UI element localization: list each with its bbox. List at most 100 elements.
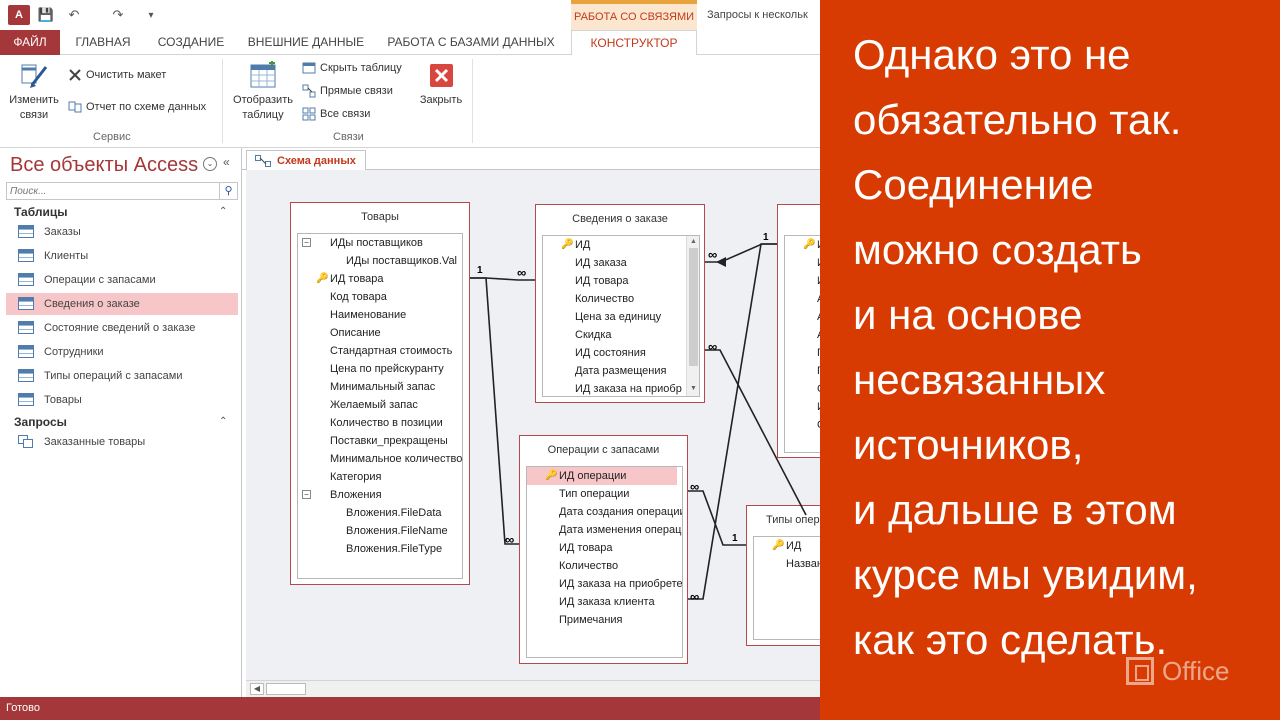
field-row[interactable]: Вложения.FileData [346,504,442,522]
field-row[interactable]: ИД товара [330,270,384,288]
status-bar: Готово [0,697,820,720]
field-list[interactable]: 🔑 ИД Название [753,536,820,640]
field-row[interactable]: Цена по прейскуранту [330,360,444,378]
field-list[interactable]: 🔑 ИД ИД заказа ИД товара Количество Цена… [542,235,700,397]
undo-icon[interactable]: ↶ [64,5,84,25]
field-list[interactable]: ИД операции 🔑 Тип операции Дата создания… [526,466,683,658]
field-row[interactable]: ИД заказа клиента [559,593,655,611]
field-row[interactable]: Минимальный запас [330,378,435,396]
search-icon[interactable]: ⚲ [220,182,238,200]
field-row[interactable]: ИД состояния [575,344,646,362]
table-card-products[interactable]: Товары − ИДы поставщиков ИДы поставщиков… [290,202,470,585]
tab-design[interactable]: КОНСТРУКТОР [571,30,697,56]
field-row[interactable]: Стандартная стоимость [330,342,452,360]
chevron-up-icon[interactable]: ⌃ [219,206,227,217]
tab-file[interactable]: ФАЙЛ [0,30,60,55]
nav-item-table[interactable]: Типы операций с запасами [6,365,238,387]
field-row[interactable]: Тип операции [559,485,629,503]
table-card-title[interactable]: Операции с запасами [520,444,687,456]
field-row[interactable]: Дата создания операции [559,503,682,521]
table-card-title[interactable]: Типы операций [747,514,820,526]
field-row[interactable]: ИД [786,537,801,555]
table-card-inventory-transactions[interactable]: Операции с запасами ИД операции 🔑 Тип оп… [519,435,688,664]
scroll-thumb[interactable] [689,248,698,366]
collapse-toggle-icon[interactable]: − [302,490,311,499]
field-row[interactable]: ИДы поставщиков.Val [346,252,457,270]
field-row[interactable]: Название [786,555,820,573]
field-row[interactable]: ИД товара [559,539,613,557]
redo-icon[interactable]: ↷ [108,5,128,25]
field-row[interactable]: Количество в позиции [330,414,443,432]
nav-search-input[interactable] [6,182,220,200]
field-row[interactable]: Описание [330,324,381,342]
field-row[interactable]: Дата размещения [575,362,666,380]
tab-database-tools[interactable]: РАБОТА С БАЗАМИ ДАННЫХ [380,30,562,55]
relationship-report-button[interactable]: Отчет по схеме данных [68,100,206,114]
tab-external-data[interactable]: ВНЕШНИЕ ДАННЫЕ [240,30,372,55]
chevron-up-icon[interactable]: ⌃ [219,416,227,427]
all-relationships-button[interactable]: Все связи [302,107,370,121]
field-row[interactable]: Дата изменения операции [559,521,682,539]
tab-home[interactable]: ГЛАВНАЯ [64,30,142,55]
show-table-button[interactable]: Отобразить таблицу [228,60,298,123]
field-row[interactable]: Количество [575,290,634,308]
field-row[interactable]: Поставки_прекращены [330,432,448,450]
nav-menu-icon[interactable]: ⌄ [203,157,217,171]
tab-create[interactable]: СОЗДАНИЕ [150,30,232,55]
tab-relationships-diagram[interactable]: Схема данных [246,150,366,171]
save-icon[interactable]: 💾 [36,5,56,25]
hide-table-button[interactable]: Скрыть таблицу [302,61,402,75]
nav-section-tables[interactable]: Таблицы [14,205,67,219]
scroll-down-icon[interactable]: ▼ [688,384,699,394]
field-list-scrollbar[interactable]: ▲ ▼ [686,236,699,396]
table-card-order-details[interactable]: Сведения о заказе 🔑 ИД ИД заказа ИД това… [535,204,705,403]
table-card-title[interactable]: Товары [291,211,469,223]
close-button[interactable]: Закрыть [414,61,468,108]
field-row[interactable]: Вложения.FileName [346,522,448,540]
scroll-thumb[interactable] [266,683,306,695]
field-row[interactable]: ИД заказа на приобр [575,380,682,396]
customize-quick-access-icon[interactable]: ▾ [144,5,158,25]
field-row[interactable]: Код товара [330,288,387,306]
nav-collapse-icon[interactable]: « [223,155,230,169]
nav-section-queries[interactable]: Запросы [14,415,67,429]
field-row[interactable]: Минимальное количество [330,450,462,468]
field-row[interactable]: Цена за единицу [575,308,661,326]
field-row[interactable]: ИДы поставщиков [330,234,423,252]
nav-item-table[interactable]: Состояние сведений о заказе [6,317,238,339]
field-row[interactable]: Скидка [575,326,612,344]
relationships-canvas[interactable]: Товары − ИДы поставщиков ИДы поставщиков… [246,170,820,680]
edit-relationships-button[interactable]: Изменить связи [6,61,62,123]
field-row[interactable]: Вложения.FileType [346,540,442,558]
table-card-inventory-types[interactable]: Типы операций 🔑 ИД Название [746,505,820,646]
nav-item-table-selected[interactable]: Сведения о заказе [6,293,238,315]
field-list[interactable]: 🔑 И И И А А А Г Г С И О [784,235,820,453]
field-row[interactable]: Наименование [330,306,406,324]
field-row[interactable]: ИД заказа [575,254,627,272]
scroll-left-icon[interactable]: ◀ [250,683,264,695]
nav-item-table[interactable]: Заказы [6,221,238,243]
field-row[interactable]: ИД заказа на приобретение [559,575,682,593]
field-row[interactable]: ИД [575,236,590,254]
nav-item-table[interactable]: Сотрудники [6,341,238,363]
field-row[interactable]: Примечания [559,611,623,629]
field-row[interactable]: Желаемый запас [330,396,418,414]
nav-item-table[interactable]: Клиенты [6,245,238,267]
canvas-horizontal-scrollbar[interactable]: ◀ [246,680,820,697]
field-row[interactable]: Количество [559,557,618,575]
field-list[interactable]: − ИДы поставщиков ИДы поставщиков.Val 🔑 … [297,233,463,579]
nav-item-table[interactable]: Товары [6,389,238,411]
nav-pane-title[interactable]: Все объекты Access [10,154,198,177]
table-card-orders-partial[interactable]: 🔑 И И И А А А Г Г С И О [777,204,820,458]
access-app-icon[interactable]: A [8,5,30,25]
field-row[interactable]: Вложения [330,486,382,504]
scroll-up-icon[interactable]: ▲ [688,237,699,247]
field-row[interactable]: ИД товара [575,272,629,290]
table-card-title[interactable]: Сведения о заказе [536,213,704,225]
nav-item-table[interactable]: Операции с запасами [6,269,238,291]
direct-relationships-button[interactable]: Прямые связи [302,84,393,98]
nav-item-query[interactable]: Заказанные товары [6,431,238,453]
field-row[interactable]: Категория [330,468,381,486]
clear-layout-button[interactable]: Очистить макет [68,68,166,82]
collapse-toggle-icon[interactable]: − [302,238,311,247]
